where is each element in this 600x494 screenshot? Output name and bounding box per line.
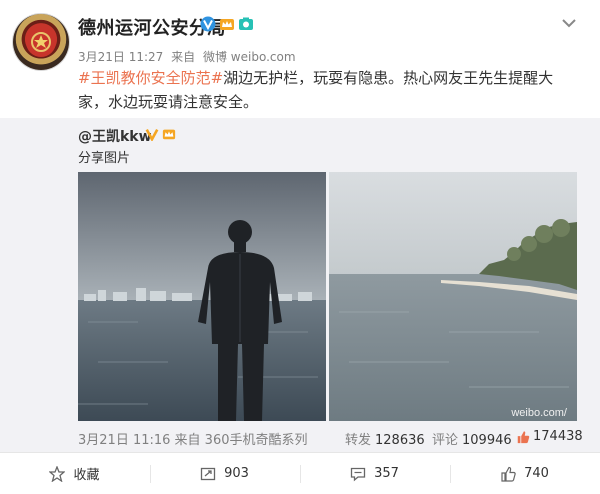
repost-button[interactable]: 903 bbox=[150, 453, 299, 494]
repost-repost-count[interactable]: 转发 128636 bbox=[345, 429, 425, 448]
photo-watermark: weibo.com/ bbox=[510, 407, 568, 419]
favorite-button[interactable]: 收藏 bbox=[0, 453, 149, 494]
topic-link[interactable]: #王凯教你安全防范# bbox=[78, 69, 223, 87]
repost-action-count: 903 bbox=[224, 466, 249, 481]
repost-like-count[interactable]: 174438 bbox=[516, 429, 583, 444]
crown-icon bbox=[162, 129, 176, 140]
comment-action-count: 357 bbox=[374, 466, 399, 481]
comment-icon bbox=[350, 467, 366, 481]
favorite-label: 收藏 bbox=[73, 468, 100, 483]
repost-count-value: 128636 bbox=[375, 433, 425, 448]
author-avatar[interactable] bbox=[13, 14, 69, 70]
post-time[interactable]: 3月21日 11:27 bbox=[78, 50, 163, 64]
repost-text: 分享图片 bbox=[78, 151, 131, 166]
photo-lake-shore[interactable]: weibo.com/ bbox=[329, 172, 577, 421]
action-bar: 收藏 903 357 740 bbox=[0, 452, 600, 494]
repost-user[interactable]: @王凯kkw bbox=[78, 126, 152, 146]
verified-v-icon bbox=[145, 128, 159, 141]
weibo-post: 德州运河公安分局 3月21日 11:27 来自 微博 weibo.com #王凯… bbox=[0, 0, 600, 494]
repost-comment-count[interactable]: 评论 109946 bbox=[432, 429, 512, 448]
photo-man-by-lake[interactable] bbox=[78, 172, 326, 421]
share-icon bbox=[200, 467, 216, 480]
camera-icon bbox=[239, 17, 253, 30]
thumbs-up-icon bbox=[517, 430, 530, 443]
star-icon bbox=[49, 465, 66, 482]
chevron-down-icon[interactable] bbox=[560, 16, 578, 30]
thumbs-up-icon bbox=[501, 466, 516, 482]
comment-count-value: 109946 bbox=[462, 433, 512, 448]
like-action-count: 740 bbox=[524, 466, 549, 481]
comment-label: 评论 bbox=[432, 433, 459, 448]
via-prefix: 来自 bbox=[171, 50, 196, 64]
post-meta: 3月21日 11:27 来自 微博 weibo.com bbox=[78, 48, 300, 65]
like-button[interactable]: 740 bbox=[450, 453, 599, 494]
like-count-value: 174438 bbox=[533, 429, 583, 444]
crown-icon bbox=[220, 19, 234, 30]
post-content: #王凯教你安全防范#湖边无护栏，玩耍有隐患。热心网友王先生提醒大家，水边玩耍请注… bbox=[78, 66, 578, 114]
comment-button[interactable]: 357 bbox=[300, 453, 449, 494]
repost-label: 转发 bbox=[345, 433, 372, 448]
post-source[interactable]: 微博 weibo.com bbox=[203, 50, 296, 64]
verified-v-icon bbox=[200, 16, 216, 32]
repost-time[interactable]: 3月21日 11:16 来自 360手机奇酷系列 bbox=[78, 429, 308, 448]
